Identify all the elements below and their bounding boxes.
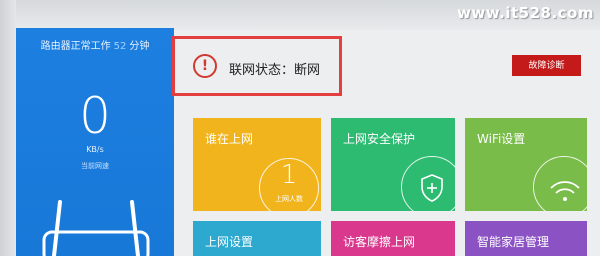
connection-status-box: ! 联网状态：断网 <box>172 36 342 96</box>
connection-status-label: 联网状态：断网 <box>229 63 321 78</box>
speed-unit: KB/s <box>86 145 104 154</box>
watermark: www.it528.com <box>457 4 594 22</box>
tile-who-online[interactable]: 谁在上网 1 上网人数 <box>193 118 321 211</box>
warning-icon: ! <box>193 54 217 78</box>
tile-title: 谁在上网 <box>205 132 254 146</box>
tile-smart-home[interactable]: 智能家居管理 <box>465 221 587 256</box>
current-speed-value: 0 <box>79 87 111 145</box>
speed-label: 当前网速 <box>81 162 109 170</box>
tile-title: 上网安全保护 <box>343 132 416 146</box>
tile-title: 上网设置 <box>205 235 254 249</box>
router-status-panel: 路由器正常工作 52 分钟 0 KB/s 当前网速 <box>16 28 174 256</box>
uptime-prefix: 路由器正常工作 <box>40 41 111 52</box>
tile-internet-settings[interactable]: 上网设置 <box>193 221 321 256</box>
uptime-value: 52 <box>113 41 127 52</box>
wifi-icon <box>550 181 580 201</box>
tile-guest-network[interactable]: 访客摩擦上网 <box>331 221 455 256</box>
uptime-unit: 分钟 <box>129 41 150 52</box>
tile-title: WiFi设置 <box>477 132 526 146</box>
online-count-label: 上网人数 <box>275 195 303 203</box>
window-left-bezel <box>0 0 16 256</box>
tile-title: 访客摩擦上网 <box>343 235 416 249</box>
online-count: 1 <box>280 160 298 190</box>
uptime-line: 路由器正常工作 52 分钟 <box>16 37 174 52</box>
router-icon <box>42 200 150 256</box>
shield-plus-icon <box>421 174 443 202</box>
tile-wifi-settings[interactable]: WiFi设置 <box>465 118 587 211</box>
tile-title: 智能家居管理 <box>477 235 550 249</box>
diagnose-button[interactable]: 故障诊断 <box>512 55 581 76</box>
tile-security-protection[interactable]: 上网安全保护 <box>331 118 455 211</box>
